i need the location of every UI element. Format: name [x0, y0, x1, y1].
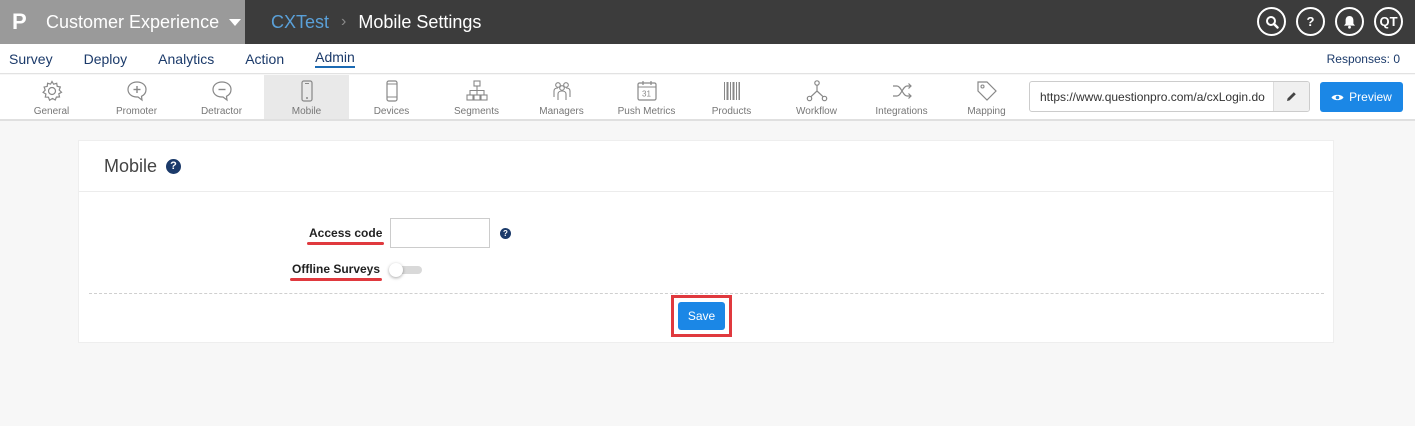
highlight-underline	[307, 242, 385, 245]
tool-mapping[interactable]: Mapping	[944, 75, 1029, 119]
save-button[interactable]: Save	[678, 302, 725, 330]
divider	[89, 293, 1324, 294]
nav-deploy[interactable]: Deploy	[84, 51, 128, 67]
search-icon[interactable]	[1257, 7, 1286, 36]
tool-integrations[interactable]: Integrations	[859, 75, 944, 119]
tool-push-metrics[interactable]: 31 Push Metrics	[604, 75, 689, 119]
preview-button[interactable]: Preview	[1320, 82, 1403, 112]
survey-url-field[interactable]: https://www.questionpro.com/a/cxLogin.do	[1029, 81, 1310, 112]
top-icons: ? QT	[1257, 7, 1403, 36]
questionpro-logo: P	[12, 9, 27, 34]
help-icon[interactable]: ?	[166, 158, 182, 174]
tool-label: Detractor	[200, 106, 243, 117]
caret-down-icon	[229, 18, 242, 26]
barcode-icon	[723, 82, 740, 100]
card-title: Mobile	[104, 155, 158, 176]
offline-surveys-label-text: Offline Surveys	[292, 262, 381, 276]
tool-products[interactable]: Products	[689, 75, 774, 119]
tool-mobile[interactable]: Mobile	[264, 75, 349, 119]
search-icon-glyph	[1265, 15, 1279, 29]
preview-label: Preview	[1349, 90, 1392, 104]
tool-segments[interactable]: Segments	[434, 75, 519, 119]
tool-label: Integrations	[875, 106, 928, 117]
highlight-underline	[290, 278, 383, 281]
card-header: Mobile ?	[79, 141, 1333, 192]
tool-label: Segments	[453, 106, 500, 117]
access-code-input[interactable]	[390, 218, 490, 248]
tool-label: Promoter	[115, 106, 158, 117]
nav-survey[interactable]: Survey	[9, 51, 53, 67]
minus-bubble-icon	[211, 81, 232, 102]
plus-bubble-icon	[126, 81, 147, 102]
shuffle-icon	[892, 83, 912, 99]
tool-general[interactable]: General	[9, 75, 94, 119]
tag-icon	[976, 81, 997, 101]
access-code-label-text: Access code	[309, 226, 383, 240]
svg-text:31: 31	[642, 90, 651, 99]
tool-label: Products	[711, 106, 752, 117]
hierarchy-icon	[465, 80, 488, 101]
gear-icon	[41, 80, 62, 102]
toggle-knob	[389, 263, 403, 277]
tool-label: Mapping	[967, 106, 1006, 117]
survey-url: https://www.questionpro.com/a/cxLogin.do	[1040, 89, 1265, 104]
tool-promoter[interactable]: Promoter	[94, 75, 179, 119]
bell-icon-glyph	[1344, 15, 1355, 29]
breadcrumb-parent-link[interactable]: CXTest	[271, 12, 329, 33]
top-bar: P Customer Experience CXTest › Mobile Se…	[0, 0, 1415, 44]
nav-analytics[interactable]: Analytics	[158, 51, 214, 67]
user-avatar[interactable]: QT	[1374, 7, 1403, 36]
nav-action[interactable]: Action	[245, 51, 284, 67]
tool-label: General	[33, 106, 70, 117]
workflow-icon	[806, 80, 827, 102]
tool-label: Devices	[373, 106, 410, 117]
responses-count: Responses: 0	[1326, 52, 1400, 66]
page-title: Mobile Settings	[358, 11, 482, 32]
tool-workflow[interactable]: Workflow	[774, 75, 859, 119]
calendar-icon: 31	[636, 81, 657, 101]
product-switcher[interactable]: P Customer Experience	[0, 0, 245, 44]
eye-icon	[1331, 94, 1344, 100]
tool-label: Push Metrics	[617, 106, 676, 117]
mobile-settings-card: Mobile ? Access code ? Offline Surveys S…	[78, 140, 1334, 343]
pencil-icon-glyph	[1287, 92, 1296, 101]
bell-icon[interactable]	[1335, 7, 1364, 36]
pencil-icon[interactable]	[1273, 82, 1309, 111]
tool-label: Mobile	[291, 106, 322, 117]
group-icon	[552, 82, 571, 100]
tool-detractor[interactable]: Detractor	[179, 75, 264, 119]
offline-surveys-toggle[interactable]	[389, 263, 422, 277]
tool-label: Managers	[539, 106, 584, 117]
settings-toolbar: General Promoter Detractor Mobile Device…	[0, 75, 1415, 121]
main-nav: Survey Deploy Analytics Action Admin Res…	[0, 44, 1415, 74]
device-icon	[385, 80, 398, 102]
offline-surveys-label: Offline Surveys	[290, 262, 383, 281]
tool-devices[interactable]: Devices	[349, 75, 434, 119]
tool-managers[interactable]: Managers	[519, 75, 604, 119]
access-code-label: Access code	[307, 226, 385, 245]
chevron-right-icon: ›	[341, 13, 347, 30]
help-icon[interactable]: ?	[1296, 7, 1325, 36]
access-code-help-icon[interactable]: ?	[500, 228, 511, 239]
breadcrumb: CXTest › Mobile Settings	[271, 12, 481, 33]
mobile-phone-icon	[300, 80, 313, 102]
tool-label: Workflow	[796, 106, 837, 117]
nav-admin[interactable]: Admin	[315, 49, 355, 68]
save-highlight-box: Save	[671, 295, 732, 337]
product-name: Customer Experience	[46, 11, 220, 32]
